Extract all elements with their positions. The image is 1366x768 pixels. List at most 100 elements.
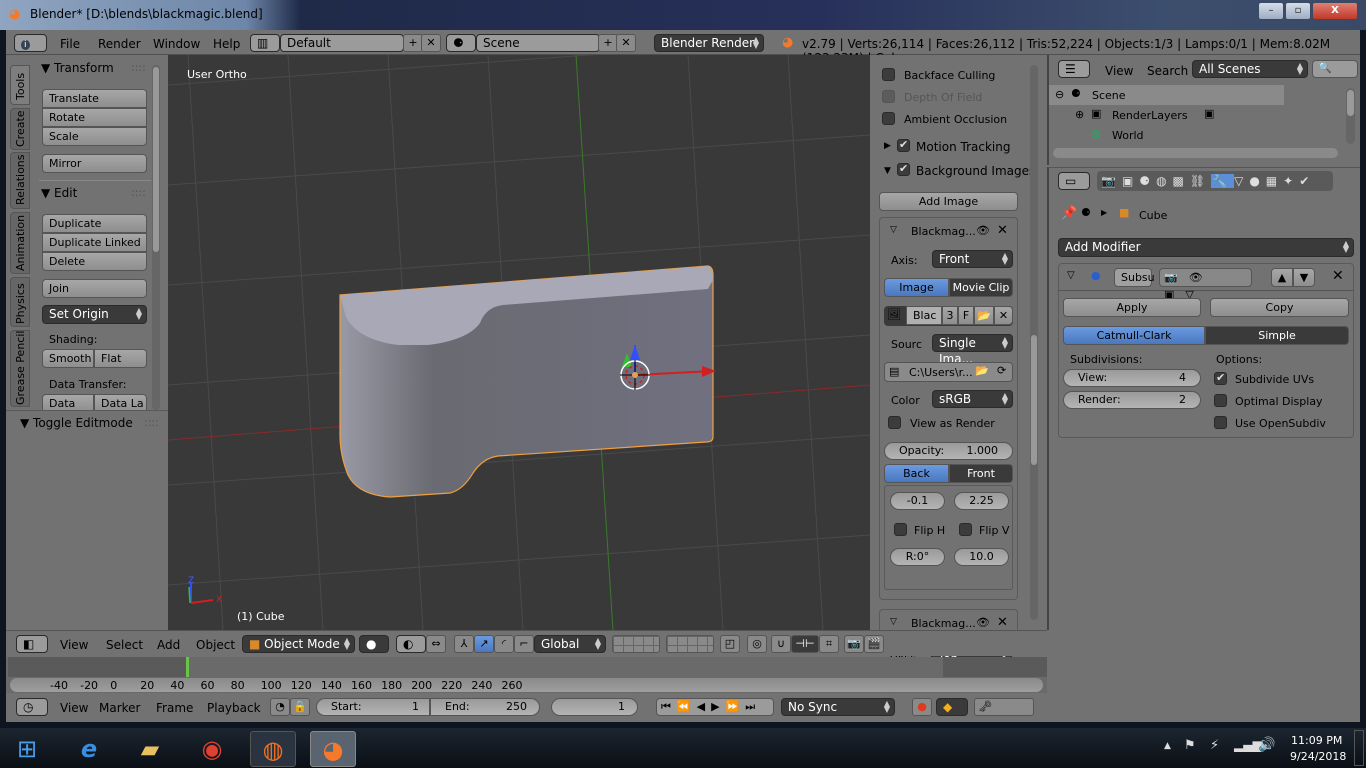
maximize-button[interactable]: ▫	[1285, 2, 1311, 20]
move-manipulator-icon[interactable]: ↗	[474, 635, 494, 653]
view-as-render-checkbox[interactable]	[888, 416, 901, 429]
opengl-render-icon[interactable]: 📷	[844, 635, 864, 653]
action-center-icon[interactable]: ⚑	[1184, 738, 1196, 753]
prev-keyframe-icon[interactable]: ⏪	[677, 700, 697, 713]
image-tab[interactable]: Image	[884, 278, 949, 297]
remove-modifier-icon[interactable]: ✕	[1332, 268, 1344, 284]
show-hidden-icons[interactable]: ▲	[1164, 741, 1171, 751]
timeline-menu-marker[interactable]: Marker	[99, 701, 140, 715]
image-name-field[interactable]: Blac	[906, 306, 942, 325]
tab-grease-pencil[interactable]: Grease Pencil	[10, 330, 30, 407]
rotation-field[interactable]: R:0°	[890, 548, 945, 566]
scale-manipulator-icon[interactable]: ⌐	[514, 635, 534, 653]
filepath-field[interactable]: ▤ C:\Users\r... 📂 ⟳	[884, 362, 1013, 382]
opacity-field[interactable]: Opacity: 1.000	[884, 442, 1013, 460]
menu-window[interactable]: Window	[153, 37, 200, 51]
collapse-icon[interactable]: ▼	[884, 166, 891, 176]
volume-icon[interactable]: 🔊	[1258, 737, 1275, 753]
3d-view-editor-type[interactable]: ◧	[16, 635, 48, 653]
motion-tracking-header[interactable]: Motion Tracking	[916, 140, 1010, 154]
layers-grid-2[interactable]	[666, 635, 714, 653]
tab-animation[interactable]: Animation	[10, 212, 30, 274]
world-tab-icon[interactable]: ◍	[1156, 174, 1172, 188]
keying-set-key-icon[interactable]: 🗝	[974, 698, 1034, 716]
movie-clip-tab[interactable]: Movie Clip	[949, 278, 1013, 297]
layout-select[interactable]: Default	[280, 34, 404, 52]
eye-icon[interactable]: 👁	[976, 616, 990, 629]
menu-add[interactable]: Add	[157, 638, 180, 652]
front-button[interactable]: Front	[949, 464, 1013, 483]
file-explorer-icon[interactable]: ▰	[127, 731, 173, 767]
timeline-scrollbar[interactable]	[10, 678, 1043, 692]
collapse-icon[interactable]: ⊖	[1055, 88, 1064, 101]
drag-handle-icon[interactable]: ::::	[144, 416, 159, 429]
layout-icon[interactable]: ▥	[250, 34, 280, 52]
internet-explorer-icon[interactable]: e	[66, 731, 112, 767]
collapse-icon[interactable]: ▽	[1067, 270, 1075, 281]
current-frame-field[interactable]: 1	[551, 698, 638, 716]
menu-object[interactable]: Object	[196, 638, 235, 652]
offset-y-field[interactable]: 2.25	[954, 492, 1009, 510]
collapse-icon[interactable]: ▽	[890, 225, 897, 235]
menu-file[interactable]: File	[60, 37, 80, 51]
outliner-menu-search[interactable]: Search	[1147, 64, 1188, 78]
offset-x-field[interactable]: -0.1	[890, 492, 945, 510]
drag-handle-icon[interactable]: ::::	[131, 61, 146, 74]
view-levels-field[interactable]: View: 4	[1063, 369, 1201, 387]
flip-v-checkbox[interactable]	[959, 523, 972, 536]
set-origin-select[interactable]: Set Origin ▲ ▼	[42, 305, 147, 324]
render-engine-select[interactable]: Blender Render ▲ ▼	[654, 34, 764, 52]
simple-button[interactable]: Simple	[1205, 326, 1349, 345]
duplicate-button[interactable]: Duplicate	[42, 214, 147, 233]
data-tab-icon[interactable]: ▽	[1234, 174, 1249, 188]
image-users[interactable]: 3	[942, 306, 958, 325]
3d-viewport[interactable]: Z X User Ortho (1) Cube	[168, 55, 870, 630]
viewport-shading-select[interactable]: ●	[359, 635, 389, 653]
move-up-icon[interactable]: ▲	[1271, 268, 1293, 287]
layers-grid-1[interactable]	[612, 635, 660, 653]
outliner-hscrollbar[interactable]	[1053, 148, 1338, 158]
firefox-icon[interactable]: ◍	[250, 731, 296, 767]
translate-button[interactable]: Translate	[42, 89, 147, 108]
clock-time[interactable]: 11:09 PM	[1291, 734, 1342, 747]
texture-tab-icon[interactable]: ▦	[1266, 174, 1283, 188]
smooth-button[interactable]: Smooth	[42, 349, 94, 368]
copy-button[interactable]: Copy	[1210, 298, 1349, 317]
tool-shelf-scrollbar[interactable]	[152, 65, 160, 410]
tab-create[interactable]: Create	[10, 108, 30, 150]
scale-button[interactable]: Scale	[42, 127, 147, 146]
add-scene-icon[interactable]: +	[598, 34, 618, 52]
menu-view[interactable]: View	[60, 638, 88, 652]
motion-tracking-checkbox[interactable]	[897, 138, 910, 152]
unlink-icon[interactable]: ✕	[994, 306, 1013, 325]
subdivide-uvs-checkbox[interactable]	[1214, 371, 1227, 385]
reload-icon[interactable]: ⟳	[997, 364, 1006, 377]
expand-icon[interactable]: ▶	[884, 141, 891, 151]
optimal-display-checkbox[interactable]	[1214, 394, 1227, 407]
render-visibility-icon[interactable]: 📷	[1164, 271, 1189, 284]
outliner-search-field[interactable]: 🔍	[1312, 60, 1358, 78]
expand-icon[interactable]: ⊕	[1075, 108, 1084, 121]
pin-icon[interactable]: 📌	[1061, 206, 1077, 221]
color-space-select[interactable]: sRGB ▲ ▼	[932, 390, 1013, 408]
orientation-select[interactable]: Global ▲ ▼	[534, 635, 606, 653]
add-layout-icon[interactable]: +	[403, 34, 423, 52]
physics-tab-icon[interactable]: ✔	[1299, 174, 1315, 188]
back-button[interactable]: Back	[884, 464, 949, 483]
remove-bg-icon[interactable]: ✕	[997, 615, 1008, 630]
snap-target-icon[interactable]: ⌗	[819, 635, 839, 653]
outliner-menu-view[interactable]: View	[1105, 64, 1133, 78]
move-down-icon[interactable]: ▼	[1293, 268, 1315, 287]
record-icon[interactable]: ●	[912, 698, 932, 716]
fake-user-button[interactable]: F	[958, 306, 974, 325]
outliner-row-renderlayers[interactable]: ⊕ ▣ RenderLayers ▣	[1049, 105, 1349, 125]
editor-type-info[interactable]: i	[14, 34, 47, 52]
axis-select[interactable]: Front ▲ ▼	[932, 250, 1013, 268]
scene-tab-icon[interactable]: ⚈	[1139, 174, 1156, 188]
outliner-editor-type[interactable]: ☰	[1058, 60, 1090, 78]
image-icon[interactable]: 🖼	[887, 308, 901, 321]
backface-culling-checkbox[interactable]	[882, 68, 895, 81]
remove-layout-icon[interactable]: ✕	[421, 34, 441, 52]
material-tab-icon[interactable]: ●	[1249, 174, 1265, 188]
drag-handle-icon[interactable]: ::::	[131, 186, 146, 199]
